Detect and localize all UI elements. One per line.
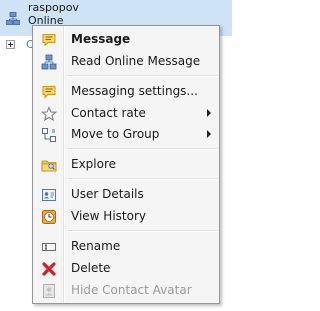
folder-explore-icon bbox=[41, 157, 57, 173]
star-icon bbox=[40, 106, 58, 122]
menu-separator bbox=[67, 178, 217, 180]
clock-icon bbox=[41, 209, 57, 225]
menu-item-label: Contact rate bbox=[71, 106, 146, 120]
menu-item-label: User Details bbox=[71, 187, 144, 201]
red-x-icon bbox=[41, 261, 57, 277]
menu-separator bbox=[67, 230, 217, 232]
contact-name: raspopov bbox=[28, 1, 79, 14]
menu-item-message[interactable]: Message bbox=[35, 29, 217, 50]
menu-item-view-history[interactable]: View History bbox=[35, 206, 217, 227]
menu-item-label: Move to Group bbox=[71, 127, 160, 141]
speech-bubble-icon bbox=[41, 32, 57, 48]
menu-item-contact-rate[interactable]: Contact rate bbox=[35, 103, 217, 124]
menu-item-label: Explore bbox=[71, 157, 117, 171]
menu-separator bbox=[67, 148, 217, 150]
network-users-icon bbox=[41, 54, 57, 70]
menu-item-label: Read Online Message bbox=[71, 54, 201, 68]
contact-network-icon bbox=[6, 12, 20, 26]
menu-item-move-to-group[interactable]: Move to Group bbox=[35, 124, 217, 145]
menu-item-hide-contact-avatar: Hide Contact Avatar bbox=[35, 280, 217, 301]
menu-item-label: View History bbox=[71, 209, 146, 223]
menu-item-label: Delete bbox=[71, 261, 111, 275]
contact-context-menu: Message Read Online Message Messaging se… bbox=[32, 25, 220, 304]
menu-item-label: Message bbox=[71, 32, 131, 46]
menu-item-rename[interactable]: Rename bbox=[35, 236, 217, 257]
speech-bubble-settings-icon bbox=[41, 84, 57, 100]
avatar-icon bbox=[41, 283, 57, 299]
menu-item-delete[interactable]: Delete bbox=[35, 258, 217, 279]
menu-item-read-online-message[interactable]: Read Online Message bbox=[35, 51, 217, 72]
user-card-icon bbox=[41, 187, 57, 203]
menu-item-label: Messaging settings... bbox=[71, 84, 198, 98]
menu-item-explore[interactable]: Explore bbox=[35, 154, 217, 175]
rename-icon bbox=[41, 239, 57, 255]
submenu-arrow-icon bbox=[207, 130, 211, 138]
submenu-arrow-icon bbox=[207, 109, 211, 117]
menu-item-label: Rename bbox=[71, 239, 121, 253]
menu-separator bbox=[67, 75, 217, 77]
menu-item-user-details[interactable]: User Details bbox=[35, 184, 217, 205]
menu-item-label: Hide Contact Avatar bbox=[71, 283, 192, 297]
menu-item-messaging-settings[interactable]: Messaging settings... bbox=[35, 81, 217, 102]
move-group-icon bbox=[41, 127, 57, 143]
expand-plus-icon[interactable] bbox=[6, 40, 15, 49]
